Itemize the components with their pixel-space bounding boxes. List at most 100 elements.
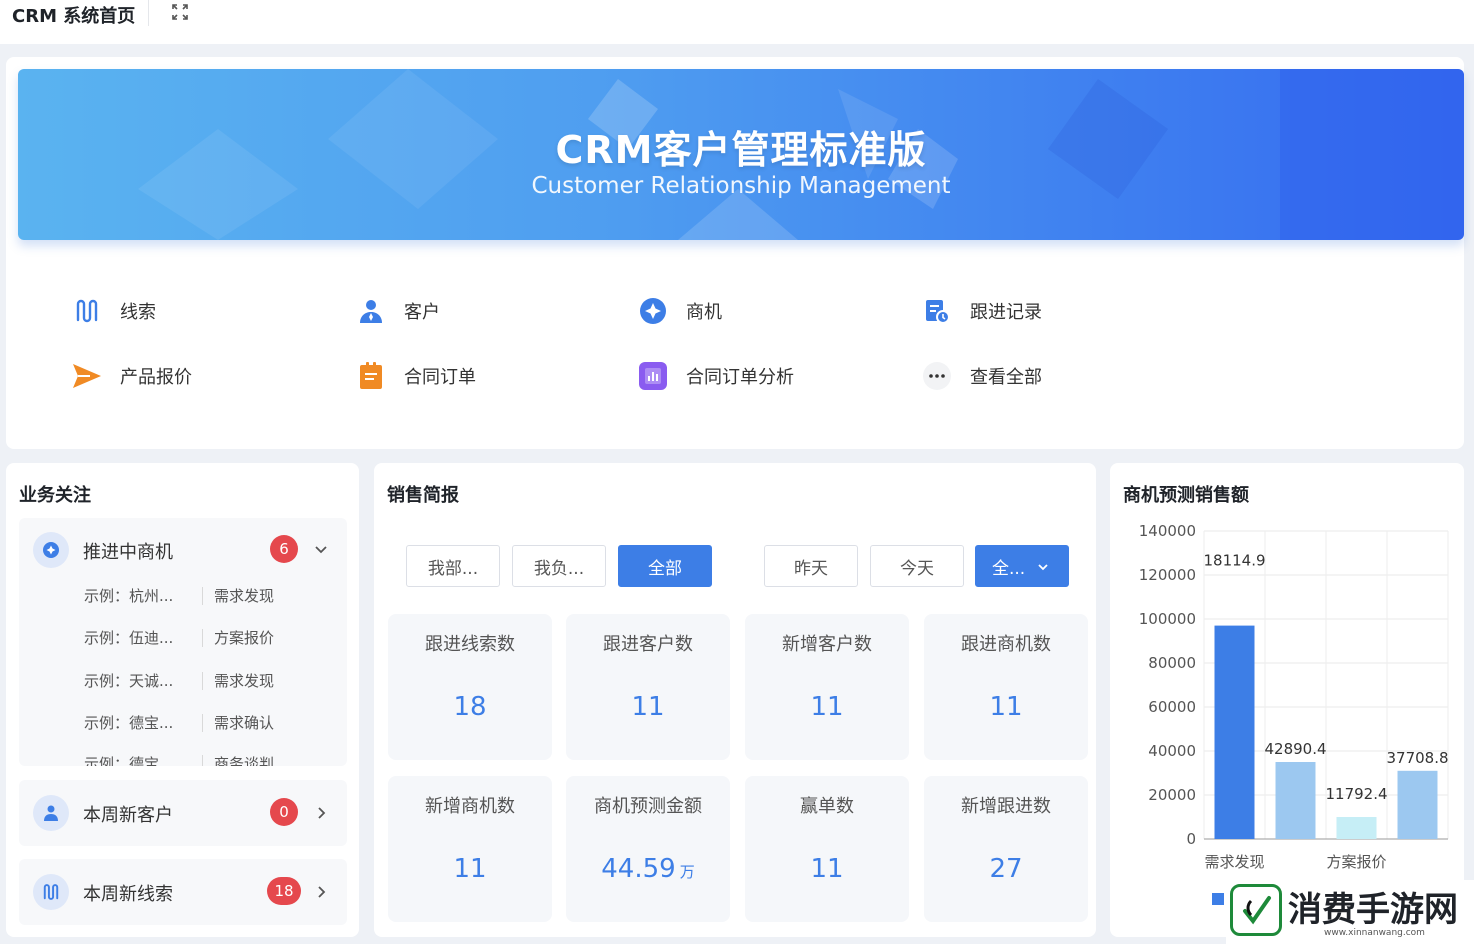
list-item[interactable]: 示例：伍迪... 方案报价 xyxy=(84,627,274,648)
count-badge: 6 xyxy=(270,535,298,563)
business-focus-panel: 业务关注 推进中商机 6 示例：杭州... 需求发现 示例：伍迪... 方案报价 示… xyxy=(6,463,359,937)
top-panel: CRM客户管理标准版 Customer Relationship Managem… xyxy=(6,57,1464,449)
quick-entry-leads[interactable]: 线索 xyxy=(72,294,156,328)
stat-unit: 万 xyxy=(679,863,695,881)
stat-value: 11 xyxy=(453,854,487,884)
sales-brief-panel: 销售简报 我部... 我负... 全部 昨天 今天 全... 跟进线索数 18 跟… xyxy=(374,463,1096,937)
stat-card[interactable]: 跟进客户数 11 xyxy=(566,614,730,760)
count-badge: 0 xyxy=(270,798,298,826)
stat-label: 跟进客户数 xyxy=(603,634,693,655)
divider xyxy=(148,0,149,26)
panel-title: 销售简报 xyxy=(387,485,459,506)
y-tick-label: 100000 xyxy=(1139,610,1196,628)
expand-icon[interactable] xyxy=(170,2,190,22)
customer-icon xyxy=(33,795,69,831)
bar xyxy=(1214,625,1255,839)
row-name: 示例：伍迪... xyxy=(84,629,174,647)
quick-entry-product-quote[interactable]: 产品报价 xyxy=(72,359,192,393)
bar xyxy=(1336,817,1377,839)
quick-entry-customers[interactable]: 客户 xyxy=(356,294,440,328)
quick-entry-label: 合同订单分析 xyxy=(686,367,794,388)
quick-entry-view-all[interactable]: 查看全部 xyxy=(922,359,1042,393)
scope-button-my-department[interactable]: 我部... xyxy=(406,545,500,587)
quick-entry-contract-analysis[interactable]: 合同订单分析 xyxy=(638,359,794,393)
stat-value: 44.59 万 xyxy=(566,854,730,884)
quick-entry-contract-orders[interactable]: 合同订单 xyxy=(356,359,476,393)
opportunity-icon xyxy=(638,296,668,326)
data-label: 11792.4 xyxy=(1325,785,1387,803)
group-new-leads-this-week[interactable]: 本周新线索 18 xyxy=(19,859,347,925)
quick-entry-label: 商机 xyxy=(686,302,722,323)
banner-subtitle: Customer Relationship Management xyxy=(531,173,951,199)
stat-card[interactable]: 新增客户数 11 xyxy=(745,614,909,760)
more-icon xyxy=(922,361,952,391)
analysis-icon xyxy=(638,361,668,391)
bar xyxy=(1275,762,1316,839)
x-tick-label: 方案报价 xyxy=(1326,853,1386,871)
stat-label: 商机预测金额 xyxy=(594,796,702,817)
row-stage: 商务谈判 xyxy=(214,755,275,766)
row-name: 示例：德宝... xyxy=(84,755,174,766)
divider xyxy=(202,586,203,605)
quick-entry-label: 产品报价 xyxy=(120,367,192,388)
stat-card[interactable]: 新增商机数 11 xyxy=(388,776,552,922)
group-new-customers-this-week[interactable]: 本周新客户 0 xyxy=(19,780,347,846)
send-icon xyxy=(72,361,102,391)
row-stage: 需求发现 xyxy=(214,672,275,690)
y-tick-label: 60000 xyxy=(1148,698,1196,716)
row-name: 示例：天诚... xyxy=(84,672,174,690)
stat-value: 11 xyxy=(810,854,844,884)
stat-card[interactable]: 跟进线索数 18 xyxy=(388,614,552,760)
quick-entry-opportunities[interactable]: 商机 xyxy=(638,294,722,328)
list-item[interactable]: 示例：德宝... 需求确认 xyxy=(84,712,274,733)
group-opportunities-in-progress: 推进中商机 6 示例：杭州... 需求发现 示例：伍迪... 方案报价 示例：天诚.… xyxy=(19,518,347,766)
stat-label: 新增客户数 xyxy=(782,634,872,655)
time-button-today[interactable]: 今天 xyxy=(870,545,964,587)
lead-icon xyxy=(33,874,69,910)
y-tick-label: 20000 xyxy=(1148,786,1196,804)
row-stage: 需求确认 xyxy=(214,714,275,732)
time-button-yesterday[interactable]: 昨天 xyxy=(764,545,858,587)
row-name: 示例：德宝... xyxy=(84,714,174,732)
stat-card[interactable]: 商机预测金额 44.59 万 xyxy=(566,776,730,922)
opportunity-icon xyxy=(33,532,69,568)
time-select-value: 全... xyxy=(992,558,1026,579)
quick-entry-label: 跟进记录 xyxy=(970,302,1042,323)
chevron-down-icon[interactable] xyxy=(313,542,329,558)
row-stage: 需求发现 xyxy=(214,587,275,605)
stat-card[interactable]: 跟进商机数 11 xyxy=(924,614,1088,760)
quick-entry-followup-records[interactable]: 跟进记录 xyxy=(922,294,1042,328)
watermark-url: www.xinnanwang.com xyxy=(1324,928,1425,938)
scope-button-all[interactable]: 全部 xyxy=(618,545,712,587)
stat-card[interactable]: 新增跟进数 27 xyxy=(924,776,1088,922)
time-select-all[interactable]: 全... xyxy=(975,545,1069,587)
quick-entry-label: 合同订单 xyxy=(404,367,476,388)
stat-value: 27 xyxy=(989,854,1023,884)
x-tick-label: 需求发现 xyxy=(1204,853,1264,871)
y-tick-label: 80000 xyxy=(1148,654,1196,672)
scope-button-my-responsible[interactable]: 我负... xyxy=(512,545,606,587)
stat-number: 44.59 xyxy=(601,854,676,884)
stat-label: 新增商机数 xyxy=(425,796,515,817)
customer-icon xyxy=(356,296,386,326)
y-tick-label: 120000 xyxy=(1139,566,1196,584)
group-label[interactable]: 推进中商机 xyxy=(83,538,173,564)
chevron-right-icon[interactable] xyxy=(313,805,329,821)
list-item[interactable]: 示例：杭州... 需求发现 xyxy=(84,585,274,606)
data-label: 42890.4 xyxy=(1264,740,1326,758)
watermark-logo-icon xyxy=(1230,884,1282,936)
quick-entry-label: 客户 xyxy=(404,302,440,323)
bar xyxy=(1397,770,1438,839)
quick-entry-label: 查看全部 xyxy=(970,367,1042,388)
chevron-right-icon[interactable] xyxy=(313,884,329,900)
stat-card[interactable]: 赢单数 11 xyxy=(745,776,909,922)
followup-record-icon xyxy=(922,296,952,326)
lead-icon xyxy=(72,296,102,326)
clipboard-icon xyxy=(356,361,386,391)
watermark: 消费手游网 www.xinnanwang.com xyxy=(1226,880,1474,944)
list-item[interactable]: 示例：德宝... 商务谈判 xyxy=(84,753,274,766)
stat-value: 11 xyxy=(989,692,1023,722)
list-item[interactable]: 示例：天诚... 需求发现 xyxy=(84,670,274,691)
top-bar: CRM 系统首页 xyxy=(0,0,1474,44)
stat-value: 11 xyxy=(631,692,665,722)
